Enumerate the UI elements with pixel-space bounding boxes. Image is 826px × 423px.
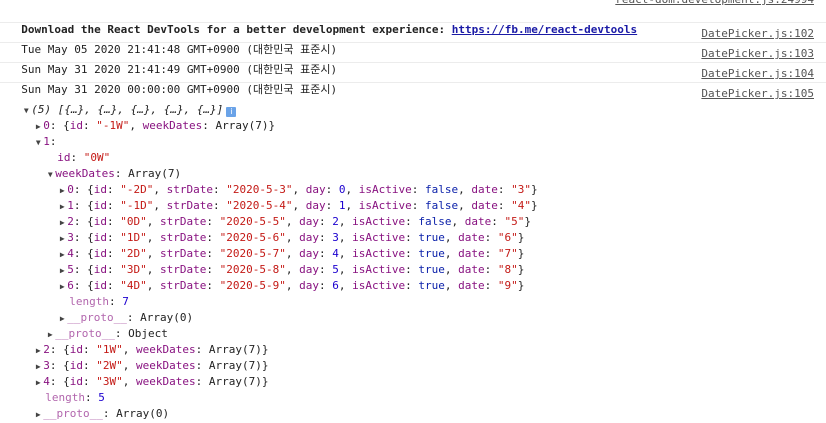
log-row: Sun May 31 2020 00:00:00 GMT+0900 (대한민국 … [0, 66, 826, 96]
array-item-row[interactable]: ▶ 0: {id: "-1W", weekDates: Array(7)} [0, 102, 826, 132]
weekdate-row[interactable]: ▶ 6: {id: "4D", strDate: "2020-5-9", day:… [0, 262, 826, 292]
weekdate-row[interactable]: ▶ 3: {id: "1D", strDate: "2020-5-6", day:… [0, 214, 826, 244]
weekdate-row[interactable]: ▶ 2: {id: "0D", strDate: "2020-5-5", day:… [0, 198, 826, 228]
triangle-right-icon[interactable]: ▶ [33, 407, 43, 423]
proto-row[interactable]: ▶ __proto__: Object [0, 310, 826, 340]
log-source-link[interactable]: DatePicker.js:105 [701, 86, 814, 102]
array-item-row[interactable]: ▶ 2: {id: "1W", weekDates: Array(7)} [0, 326, 826, 356]
weekdates-row[interactable]: ▼ weekDates: Array(7) [0, 150, 826, 180]
log-source-link[interactable]: DatePicker.js:102 [701, 26, 814, 42]
length-row: length: 5 [45, 391, 105, 404]
array-log-row[interactable]: ▼ (5) [{…}, {…}, {…}, {…}, {…}] i DatePick… [0, 86, 826, 117]
length-row: length: 7 [69, 295, 129, 308]
log-row: Tue May 05 2020 21:41:48 GMT+0900 (대한민국 … [0, 26, 826, 56]
log-source-link[interactable]: DatePicker.js:104 [701, 66, 814, 82]
weekdate-row[interactable]: ▶ 5: {id: "3D", strDate: "2020-5-8", day:… [0, 246, 826, 276]
array-item-row-expanded[interactable]: ▼ 1: [0, 118, 826, 148]
weekdate-row[interactable]: ▶ 1: {id: "-1D", strDate: "2020-5-4", day… [0, 182, 826, 212]
proto-row[interactable]: ▶ __proto__: Array(0) [0, 390, 826, 420]
proto-row[interactable]: ▶ __proto__: Array(0) [0, 294, 826, 324]
log-source-link[interactable]: DatePicker.js:103 [701, 46, 814, 62]
log-row: Sun May 31 2020 21:41:49 GMT+0900 (대한민국 … [0, 46, 826, 76]
proto-value: Array(0) [116, 407, 170, 420]
array-item-row[interactable]: ▶ 4: {id: "3W", weekDates: Array(7)} [0, 358, 826, 388]
proto-key: __proto__ [43, 407, 103, 420]
weekdate-row[interactable]: ▶ 0: {id: "-2D", strDate: "2020-5-3", day… [0, 166, 826, 196]
prop-row: id: "0W" [57, 151, 111, 164]
weekdate-row[interactable]: ▶ 4: {id: "2D", strDate: "2020-5-7", day:… [0, 230, 826, 260]
devtools-message-row: Download the React DevTools for a better… [0, 6, 826, 36]
array-item-row[interactable]: ▶ 3: {id: "2W", weekDates: Array(7)} [0, 342, 826, 372]
